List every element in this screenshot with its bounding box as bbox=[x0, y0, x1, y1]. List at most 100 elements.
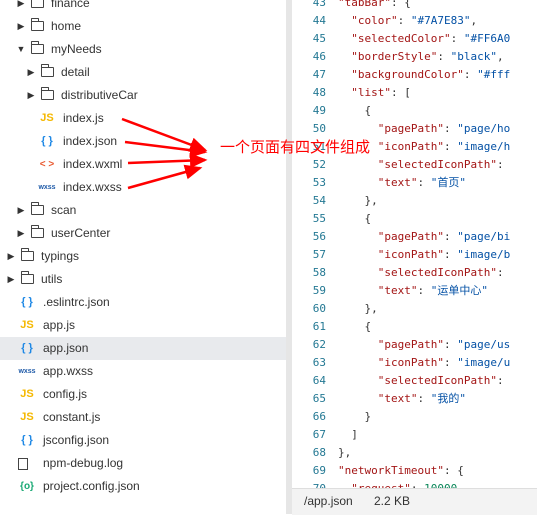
folder-label: finance bbox=[51, 0, 90, 10]
file-label: jsconfig.json bbox=[43, 433, 110, 447]
folder-row[interactable]: ▶ typings bbox=[0, 245, 286, 268]
folder-row[interactable]: ▶ home bbox=[0, 15, 286, 38]
chevron-right-icon[interactable]: ▶ bbox=[6, 245, 16, 268]
file-row[interactable]: JS app.js bbox=[0, 314, 286, 337]
line-number: 55 bbox=[312, 212, 326, 225]
folder-label: userCenter bbox=[51, 226, 111, 240]
chevron-right-icon[interactable]: ▶ bbox=[26, 84, 36, 107]
code-text: "text": "首页" bbox=[377, 176, 466, 189]
folder-label: home bbox=[51, 19, 82, 33]
code-text: "pagePath": "page/bi bbox=[377, 230, 511, 243]
folder-label: myNeeds bbox=[51, 42, 102, 56]
chevron-right-icon[interactable]: ▶ bbox=[16, 222, 26, 245]
code-line: 45 "selectedColor": "#FF6A0 bbox=[292, 30, 537, 48]
file-label: app.js bbox=[43, 318, 76, 332]
line-number: 66 bbox=[312, 410, 326, 423]
code-text: }, bbox=[338, 194, 378, 207]
code-line: 49 { bbox=[292, 102, 537, 120]
line-number: 68 bbox=[312, 446, 326, 459]
line-number: 63 bbox=[312, 356, 326, 369]
folder-label: scan bbox=[51, 203, 77, 217]
folder-open-icon bbox=[30, 41, 44, 54]
folder-icon bbox=[20, 248, 34, 261]
line-number: 67 bbox=[312, 428, 326, 441]
js-file-icon: JS bbox=[20, 411, 34, 423]
js-file-icon: JS bbox=[40, 112, 54, 124]
chevron-right-icon[interactable]: ▶ bbox=[16, 199, 26, 222]
file-row[interactable]: {o} project.config.json bbox=[0, 475, 286, 498]
code-text: } bbox=[338, 410, 372, 423]
folder-label: typings bbox=[41, 249, 80, 263]
line-number: 64 bbox=[312, 374, 326, 387]
file-explorer: ▶ finance ▶ home ▼ myNeeds ▶ detail ▶ distributiv… bbox=[0, 0, 286, 514]
folder-icon bbox=[20, 271, 34, 284]
wxss-file-icon: wxss bbox=[38, 184, 56, 191]
line-number: 54 bbox=[312, 194, 326, 207]
chevron-right-icon[interactable]: ▶ bbox=[26, 61, 36, 84]
file-label: project.config.json bbox=[43, 479, 140, 493]
code-line: 54 }, bbox=[292, 192, 537, 210]
json-file-icon: { } bbox=[21, 342, 33, 354]
code-text: "text": "运单中心" bbox=[377, 284, 488, 297]
code-line: 62 "pagePath": "page/us bbox=[292, 336, 537, 354]
chevron-right-icon[interactable]: ▶ bbox=[16, 0, 26, 15]
code-line: 66 } bbox=[292, 408, 537, 426]
chevron-right-icon[interactable]: ▶ bbox=[6, 268, 16, 291]
folder-icon bbox=[30, 225, 44, 238]
line-number: 46 bbox=[312, 50, 326, 63]
code-line: 65 "text": "我的" bbox=[292, 390, 537, 408]
code-line: 61 { bbox=[292, 318, 537, 336]
code-line: 64 "selectedIconPath": bbox=[292, 372, 537, 390]
file-label: config.js bbox=[43, 387, 88, 401]
json-file-icon: { } bbox=[21, 434, 33, 446]
folder-row[interactable]: ▶ finance bbox=[0, 0, 286, 15]
code-text: "selectedColor": "#FF6A0 bbox=[351, 32, 511, 45]
folder-row[interactable]: ▶ utils bbox=[0, 268, 286, 291]
folder-icon bbox=[31, 0, 44, 8]
js-file-icon: JS bbox=[20, 388, 34, 400]
json-file-icon: { } bbox=[41, 135, 53, 147]
file-row[interactable]: { } jsconfig.json bbox=[0, 429, 286, 452]
line-number: 53 bbox=[312, 176, 326, 189]
line-number: 62 bbox=[312, 338, 326, 351]
chevron-right-icon[interactable]: ▶ bbox=[16, 15, 26, 38]
file-row[interactable]: { } .eslintrc.json bbox=[0, 291, 286, 314]
folder-row[interactable]: ▶ detail bbox=[0, 61, 286, 84]
file-row[interactable]: JS config.js bbox=[0, 383, 286, 406]
folder-row[interactable]: ▶ userCenter bbox=[0, 222, 286, 245]
chevron-down-icon[interactable]: ▼ bbox=[16, 38, 26, 61]
folder-row[interactable]: ▼ myNeeds bbox=[0, 38, 286, 61]
file-label: app.json bbox=[43, 341, 89, 355]
line-number: 69 bbox=[312, 464, 326, 477]
code-line: 47 "backgroundColor": "#fff bbox=[292, 66, 537, 84]
file-row[interactable]: JS constant.js bbox=[0, 406, 286, 429]
line-number: 56 bbox=[312, 230, 326, 243]
code-line: 44 "color": "#7A7E83", bbox=[292, 12, 537, 30]
file-row[interactable]: { } app.json bbox=[0, 337, 286, 360]
code-text: }, bbox=[338, 302, 378, 315]
code-line: 53 "text": "首页" bbox=[292, 174, 537, 192]
line-number: 60 bbox=[312, 302, 326, 315]
file-row[interactable]: npm-debug.log bbox=[0, 452, 286, 475]
folder-label: detail bbox=[61, 65, 90, 79]
line-number: 47 bbox=[312, 68, 326, 81]
line-number: 59 bbox=[312, 284, 326, 297]
file-row[interactable]: wxss index.wxss bbox=[0, 176, 286, 199]
code-text: "color": "#7A7E83", bbox=[351, 14, 478, 27]
code-text: "selectedIconPath": bbox=[377, 158, 504, 171]
file-row[interactable]: JS index.js bbox=[0, 107, 286, 130]
line-number: 58 bbox=[312, 266, 326, 279]
file-label: index.wxml bbox=[63, 157, 123, 171]
code-text: "networkTimeout": { bbox=[338, 464, 464, 477]
code-editor[interactable]: 43 "tabBar": {44 "color": "#7A7E83", 45 "s… bbox=[292, 0, 537, 490]
code-line: 59 "text": "运单中心" bbox=[292, 282, 537, 300]
log-file-icon bbox=[18, 458, 28, 470]
code-line: 56 "pagePath": "page/bi bbox=[292, 228, 537, 246]
code-line: 48 "list": [ bbox=[292, 84, 537, 102]
folder-row[interactable]: ▶ scan bbox=[0, 199, 286, 222]
code-line: 52 "selectedIconPath": bbox=[292, 156, 537, 174]
wxss-file-icon: wxss bbox=[18, 368, 36, 375]
file-row[interactable]: wxss app.wxss bbox=[0, 360, 286, 383]
folder-row[interactable]: ▶ distributiveCar bbox=[0, 84, 286, 107]
code-text: "backgroundColor": "#fff bbox=[351, 68, 511, 81]
